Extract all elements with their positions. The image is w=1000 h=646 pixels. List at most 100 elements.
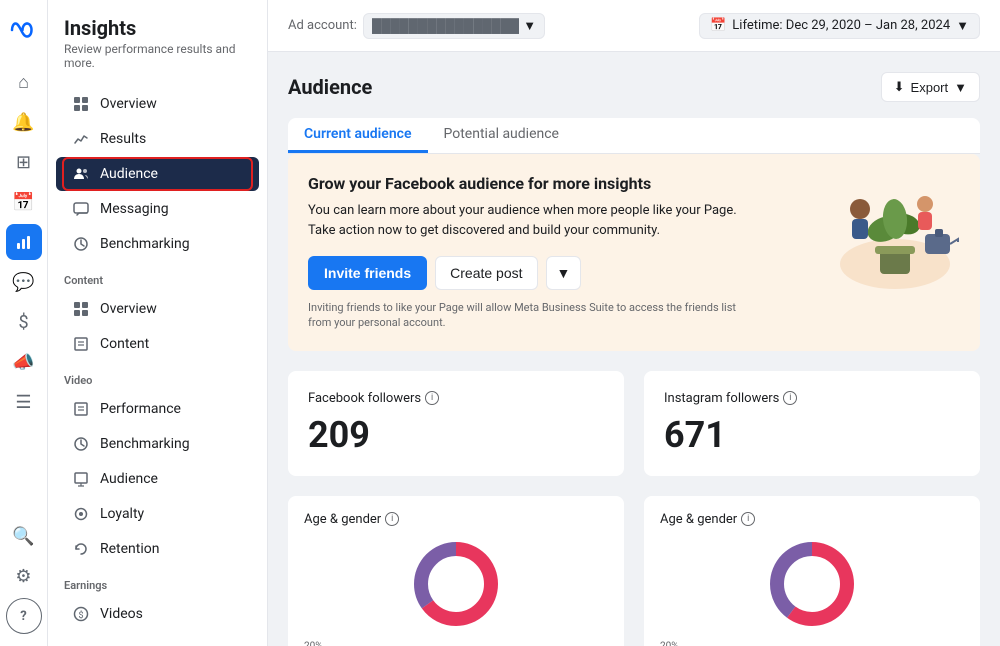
ig-donut-svg xyxy=(767,539,857,629)
facebook-followers-label: Facebook followers i xyxy=(308,391,604,406)
rail-grid-icon[interactable]: ⊞ xyxy=(6,144,42,180)
sidebar-item-results[interactable]: Results xyxy=(56,122,259,156)
sidebar-earnings-videos-label: Videos xyxy=(100,606,143,622)
ig-y-label-20: 20% xyxy=(660,641,679,646)
video-loyalty-icon xyxy=(72,505,90,523)
sidebar-item-messaging[interactable]: Messaging xyxy=(56,192,259,226)
ig-bars xyxy=(684,641,964,646)
tab-potential-audience[interactable]: Potential audience xyxy=(428,118,575,153)
rail-help-icon[interactable]: ? xyxy=(6,598,42,634)
content-icon xyxy=(72,335,90,353)
instagram-followers-label: Instagram followers i xyxy=(664,391,960,406)
content-area: Audience ⬇ Export ▼ Current audience Pot… xyxy=(268,52,1000,646)
grow-banner-description: You can learn more about your audience w… xyxy=(308,201,814,240)
fb-donut-svg xyxy=(411,539,501,629)
calendar-icon: 📅 xyxy=(710,18,726,33)
sidebar-item-video-benchmarking[interactable]: Benchmarking xyxy=(56,427,259,461)
sidebar-item-video-retention[interactable]: Retention xyxy=(56,532,259,566)
sidebar-item-overview[interactable]: Overview xyxy=(56,87,259,121)
content-section-label: Content xyxy=(48,262,267,291)
instagram-followers-info-icon[interactable]: i xyxy=(783,391,797,405)
sidebar-benchmarking-label: Benchmarking xyxy=(100,236,190,252)
instagram-followers-card: Instagram followers i 671 xyxy=(644,371,980,476)
sidebar-item-video-loyalty[interactable]: Loyalty xyxy=(56,497,259,531)
invite-friends-button[interactable]: Invite friends xyxy=(308,256,427,290)
sidebar-item-video-performance[interactable]: Performance xyxy=(56,392,259,426)
dropdown-chevron-icon: ▼ xyxy=(523,18,536,34)
instagram-age-gender-card: Age & gender i 20% 0% xyxy=(644,496,980,646)
fb-donut-chart xyxy=(304,539,608,629)
tab-current-audience[interactable]: Current audience xyxy=(288,118,428,153)
sidebar-item-content-overview[interactable]: Overview xyxy=(56,292,259,326)
ad-account-label: Ad account: xyxy=(288,18,357,33)
ig-donut-chart xyxy=(660,539,964,629)
rail-home-icon[interactable]: ⌂ xyxy=(6,64,42,100)
video-retention-icon xyxy=(72,540,90,558)
earnings-videos-icon: $ xyxy=(72,605,90,623)
sidebar-content-overview-label: Overview xyxy=(100,301,157,317)
rail-chat-icon[interactable]: 💬 xyxy=(6,264,42,300)
content-header: Audience ⬇ Export ▼ xyxy=(288,72,980,102)
rail-menu-icon[interactable]: ☰ xyxy=(6,384,42,420)
meta-logo xyxy=(6,12,42,48)
sidebar-results-label: Results xyxy=(100,131,146,147)
fb-bar-chart: 20% 0% xyxy=(304,641,608,646)
sidebar-item-video-audience[interactable]: Audience xyxy=(56,462,259,496)
sidebar-item-audience[interactable]: Audience xyxy=(56,157,259,191)
rail-settings-icon[interactable]: ⚙ xyxy=(6,558,42,594)
rail-bell-icon[interactable]: 🔔 xyxy=(6,104,42,140)
facebook-followers-info-icon[interactable]: i xyxy=(425,391,439,405)
create-post-button[interactable]: Create post xyxy=(435,256,537,290)
ig-age-gender-info-icon[interactable]: i xyxy=(741,512,755,526)
sidebar-audience-wrapper: Audience xyxy=(56,157,259,191)
sidebar-item-benchmarking[interactable]: Benchmarking xyxy=(56,227,259,261)
rail-search-icon[interactable]: 🔍 xyxy=(6,518,42,554)
grow-banner-note: Inviting friends to like your Page will … xyxy=(308,300,814,331)
fb-y-label-20: 20% xyxy=(304,641,323,646)
sidebar-video-benchmarking-label: Benchmarking xyxy=(100,436,190,452)
grow-banner-text: Grow your Facebook audience for more ins… xyxy=(308,174,814,331)
sidebar-title: Insights xyxy=(64,16,251,40)
video-bench-icon xyxy=(72,435,90,453)
messaging-icon xyxy=(72,200,90,218)
facebook-age-gender-card: Age & gender i 20% 0% xyxy=(288,496,624,646)
date-range-chevron-icon: ▼ xyxy=(956,18,969,34)
export-chevron-icon: ▼ xyxy=(954,80,967,95)
rail-megaphone-icon[interactable]: 📣 xyxy=(6,344,42,380)
date-range-picker[interactable]: 📅 Lifetime: Dec 29, 2020 – Jan 28, 2024 … xyxy=(699,13,980,39)
main-area: Ad account: ████████████████ ▼ 📅 Lifetim… xyxy=(268,0,1000,646)
content-overview-icon xyxy=(72,300,90,318)
grow-banner-title: Grow your Facebook audience for more ins… xyxy=(308,174,814,193)
earnings-section-label: Earnings xyxy=(48,567,267,596)
ig-age-gender-title: Age & gender i xyxy=(660,512,964,527)
sidebar-content-label: Content xyxy=(100,336,149,352)
page-title: Audience xyxy=(288,75,372,99)
create-post-dropdown-button[interactable]: ▼ xyxy=(546,256,582,290)
follower-stats: Facebook followers i 209 Instagram follo… xyxy=(288,371,980,476)
sidebar-item-earnings-videos[interactable]: $ Videos xyxy=(56,597,259,631)
grow-banner-actions: Invite friends Create post ▼ xyxy=(308,256,814,290)
sidebar-video-retention-label: Retention xyxy=(100,541,160,557)
fb-age-gender-info-icon[interactable]: i xyxy=(385,512,399,526)
rail-chart-icon[interactable] xyxy=(6,224,42,260)
audience-tabs: Current audience Potential audience xyxy=(288,118,980,154)
ad-account-dropdown[interactable]: ████████████████ ▼ xyxy=(363,13,545,39)
export-button[interactable]: ⬇ Export ▼ xyxy=(881,72,980,102)
sidebar-nav: Overview Results xyxy=(48,78,267,640)
audience-icon xyxy=(72,165,90,183)
video-section-label: Video xyxy=(48,362,267,391)
fb-bars xyxy=(328,641,608,646)
results-icon xyxy=(72,130,90,148)
ad-account-selector: Ad account: ████████████████ ▼ xyxy=(288,13,545,39)
sidebar-item-content[interactable]: Content xyxy=(56,327,259,361)
svg-text:$: $ xyxy=(78,610,83,621)
rail-dollar-icon[interactable]: $ xyxy=(6,304,42,340)
sidebar-video-audience-label: Audience xyxy=(100,471,158,487)
rail-calendar-icon[interactable]: 📅 xyxy=(6,184,42,220)
facebook-followers-card: Facebook followers i 209 xyxy=(288,371,624,476)
overview-icon xyxy=(72,95,90,113)
icon-rail: ⌂ 🔔 ⊞ 📅 💬 $ 📣 ☰ 🔍 ⚙ ? xyxy=(0,0,48,646)
fb-age-gender-title: Age & gender i xyxy=(304,512,608,527)
date-range-text: Lifetime: Dec 29, 2020 – Jan 28, 2024 xyxy=(732,18,950,33)
video-perf-icon xyxy=(72,400,90,418)
